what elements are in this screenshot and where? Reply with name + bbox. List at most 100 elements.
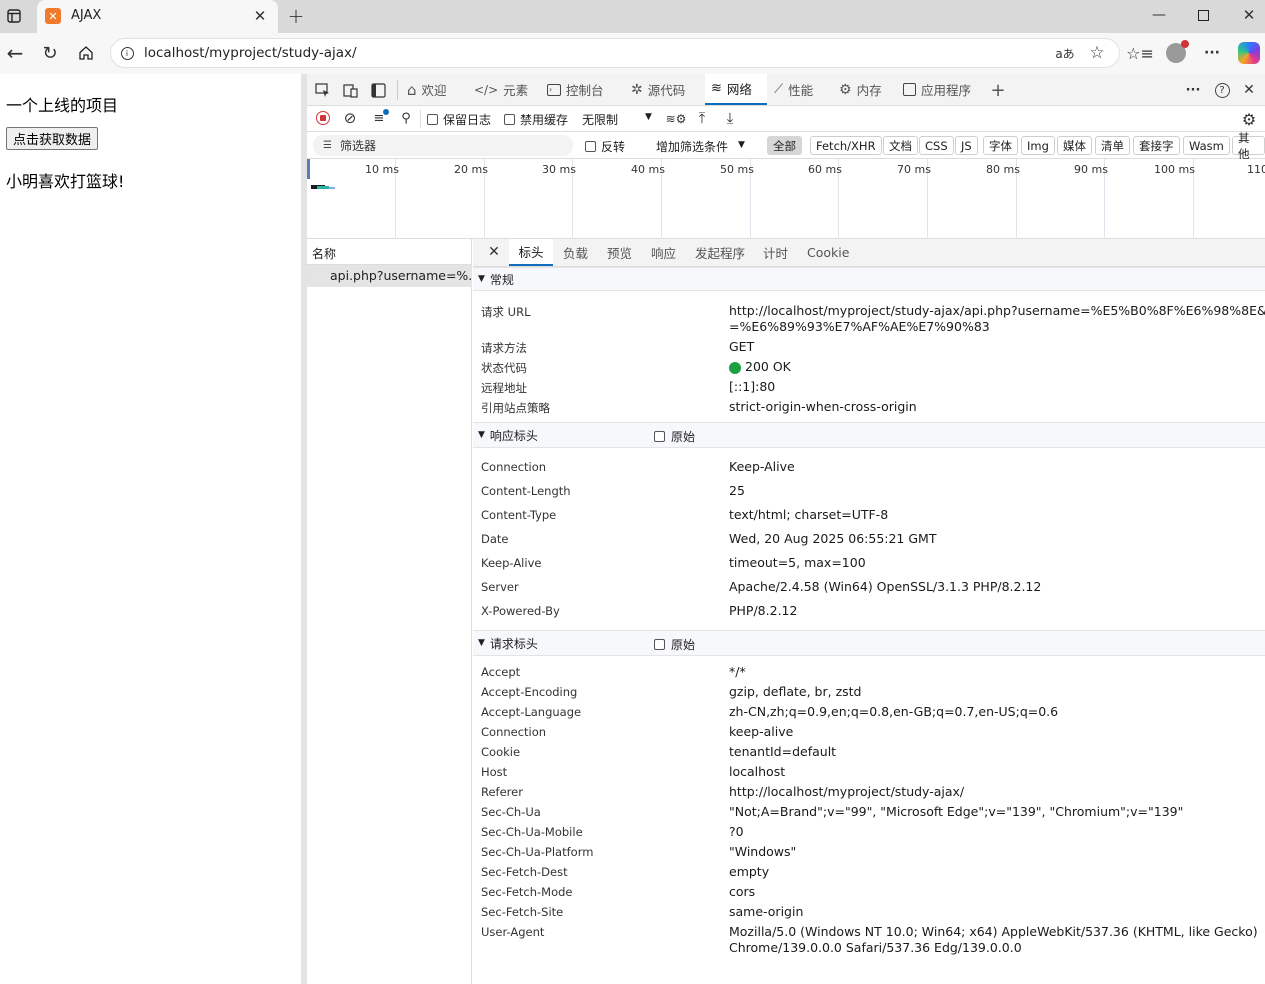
filter-type-chip[interactable]: 字体 (983, 136, 1018, 155)
raw-checkbox[interactable]: 原始 (654, 636, 695, 653)
general-section-header[interactable]: ▼ 常规 (473, 267, 1265, 291)
tab-cookies[interactable]: Cookie (807, 239, 849, 266)
profile-avatar[interactable] (1166, 40, 1189, 63)
filter-type-chip[interactable]: 全部 (767, 136, 802, 155)
request-list: 名称 api.php?username=%... (307, 239, 480, 984)
response-header-key: Content-Length (481, 484, 571, 498)
filter-type-chip[interactable]: 套接字 (1133, 136, 1180, 155)
refresh-icon[interactable]: ↻ (39, 42, 61, 64)
filter-type-chip[interactable]: 清单 (1095, 136, 1130, 155)
response-header-value: text/html; charset=UTF-8 (729, 507, 889, 522)
record-stop-icon[interactable] (316, 111, 330, 125)
tab-performance[interactable]: ⟋ 性能 (774, 74, 813, 105)
request-header-key: Sec-Ch-Ua-Platform (481, 845, 594, 859)
preserve-log-checkbox[interactable]: 保留日志 (427, 111, 491, 128)
general-value: strict-origin-when-cross-origin (729, 399, 917, 414)
inspect-icon[interactable] (313, 81, 331, 99)
export-har-icon[interactable]: ⤓ (722, 109, 738, 127)
filter-type-chip[interactable]: JS (955, 136, 978, 155)
close-devtools-icon[interactable]: ✕ (1239, 80, 1259, 100)
web-page: 一个上线的项目 点击获取数据 小明喜欢打篮球! (0, 74, 301, 984)
tab-application[interactable]: 应用程序 (903, 74, 971, 105)
name-column-header[interactable]: 名称 (312, 245, 336, 262)
detail-tab-bar: ✕ 标头 负载 预览 响应 发起程序 计时 Cookie (473, 239, 1265, 267)
tab-payload[interactable]: 负载 (563, 239, 588, 266)
close-window-icon[interactable]: ✕ (1239, 5, 1259, 25)
general-key: 引用站点策略 (481, 401, 550, 415)
help-icon[interactable]: ? (1212, 80, 1232, 100)
site-info-icon[interactable]: i (119, 45, 135, 61)
url-text[interactable]: localhost/myproject/study-ajax/ (144, 45, 357, 61)
more-menu-icon[interactable]: ··· (1202, 43, 1222, 63)
back-icon[interactable]: ← (4, 41, 26, 65)
new-tab-icon[interactable]: + (285, 4, 307, 28)
request-row[interactable]: api.php?username=%... (307, 265, 480, 287)
tab-initiator[interactable]: 发起程序 (695, 239, 745, 266)
filter-type-chip[interactable]: Fetch/XHR (810, 136, 882, 155)
memory-icon: ⚙ (839, 81, 852, 98)
throttling-select[interactable]: 无限制 ▼ (582, 111, 657, 128)
more-filters-dropdown[interactable]: 增加筛选条件 ▼ (656, 138, 745, 155)
request-header-value: Chrome/139.0.0.0 Safari/537.36 Edg/139.0… (729, 940, 1022, 955)
request-header-key: Cookie (481, 745, 521, 759)
minimize-icon[interactable]: — (1148, 5, 1170, 25)
request-header-key: Connection (481, 725, 547, 739)
tab-elements[interactable]: </> 元素 (474, 74, 528, 105)
raw-checkbox[interactable]: 原始 (654, 428, 695, 445)
tab-timing[interactable]: 计时 (763, 239, 788, 266)
filter-type-chip[interactable]: Wasm (1183, 136, 1230, 155)
import-har-icon[interactable]: ⤒ (694, 109, 710, 127)
tab-memory[interactable]: ⚙ 内存 (839, 74, 882, 105)
request-header-value: zh-CN,zh;q=0.9,en;q=0.8,en-GB;q=0.7,en-U… (729, 704, 1059, 719)
network-conditions-icon[interactable]: ≋⚙ (666, 110, 687, 128)
tab-welcome[interactable]: ⌂ 欢迎 (407, 74, 447, 105)
network-timeline[interactable]: 10 ms 20 ms 30 ms 40 ms 50 ms 60 ms 70 m… (307, 159, 1265, 239)
search-icon[interactable]: ⚲ (398, 110, 414, 126)
address-bar[interactable]: i localhost/myproject/study-ajax/ aあ ☆ (110, 38, 1120, 68)
tab-actions-icon[interactable] (5, 7, 23, 25)
filter-input[interactable]: ☰ 筛选器 (313, 135, 573, 156)
chevron-down-icon: ▼ (645, 112, 652, 122)
tab-network[interactable]: ≋ 网络 (705, 74, 767, 105)
filter-type-chip[interactable]: Img (1021, 136, 1055, 155)
tab-sources[interactable]: ✲ 源代码 (631, 74, 685, 105)
favorite-star-icon[interactable]: ☆ (1087, 43, 1107, 63)
filter-type-chip[interactable]: 其他 (1232, 131, 1265, 161)
response-header-key: Content-Type (481, 508, 557, 522)
disable-cache-checkbox[interactable]: 禁用缓存 (504, 111, 568, 128)
tab-headers[interactable]: 标头 (509, 239, 553, 266)
request-header-key: Host (481, 765, 508, 779)
copilot-icon[interactable] (1238, 42, 1260, 64)
tab-console[interactable]: › 控制台 (547, 74, 604, 105)
close-detail-icon[interactable]: ✕ (485, 243, 503, 261)
response-headers-section-header[interactable]: ▼ 响应标头 原始 (473, 422, 1265, 448)
add-tab-icon[interactable]: + (988, 80, 1008, 101)
filter-type-chip[interactable]: 媒体 (1057, 136, 1092, 155)
more-tools-icon[interactable]: ··· (1183, 80, 1203, 100)
browser-tab-bar: ✕ AJAX ✕ + — ✕ (0, 0, 1265, 33)
fetch-data-button[interactable]: 点击获取数据 (6, 127, 99, 150)
clear-icon[interactable]: ⊘ (342, 109, 358, 127)
device-emulation-icon[interactable] (341, 81, 359, 99)
collapse-triangle-icon: ▼ (478, 430, 485, 440)
home-icon[interactable] (75, 42, 97, 64)
tab-preview[interactable]: 预览 (607, 239, 632, 266)
invert-checkbox[interactable]: 反转 (585, 138, 625, 155)
request-headers-section-header[interactable]: ▼ 请求标头 原始 (473, 630, 1265, 656)
devtools-tab-bar: ⌂ 欢迎 </> 元素 › 控制台 ✲ 源代码 ≋ 网络 ⟋ 性能 ⚙ 内存 应用程序 + ·… (307, 74, 1265, 106)
settings-gear-icon[interactable]: ⚙ (1239, 109, 1259, 129)
favorites-icon[interactable]: ☆≡ (1126, 43, 1154, 63)
maximize-icon[interactable] (1193, 5, 1213, 25)
dock-side-icon[interactable] (369, 81, 387, 99)
general-key: 远程地址 (481, 381, 527, 395)
close-tab-icon[interactable]: ✕ (251, 7, 269, 25)
browser-tab[interactable]: ✕ AJAX ✕ (37, 0, 278, 33)
tab-response[interactable]: 响应 (651, 239, 676, 266)
request-header-value: "Not;A=Brand";v="99", "Microsoft Edge";v… (729, 804, 1184, 819)
filter-type-chip[interactable]: 文档 (883, 136, 918, 155)
performance-icon: ⟋ (774, 82, 784, 97)
filter-type-chip[interactable]: CSS (919, 136, 954, 155)
request-header-value: tenantId=default (729, 744, 837, 759)
read-aloud-icon[interactable]: aあ (1055, 44, 1075, 62)
code-icon: </> (474, 82, 499, 97)
